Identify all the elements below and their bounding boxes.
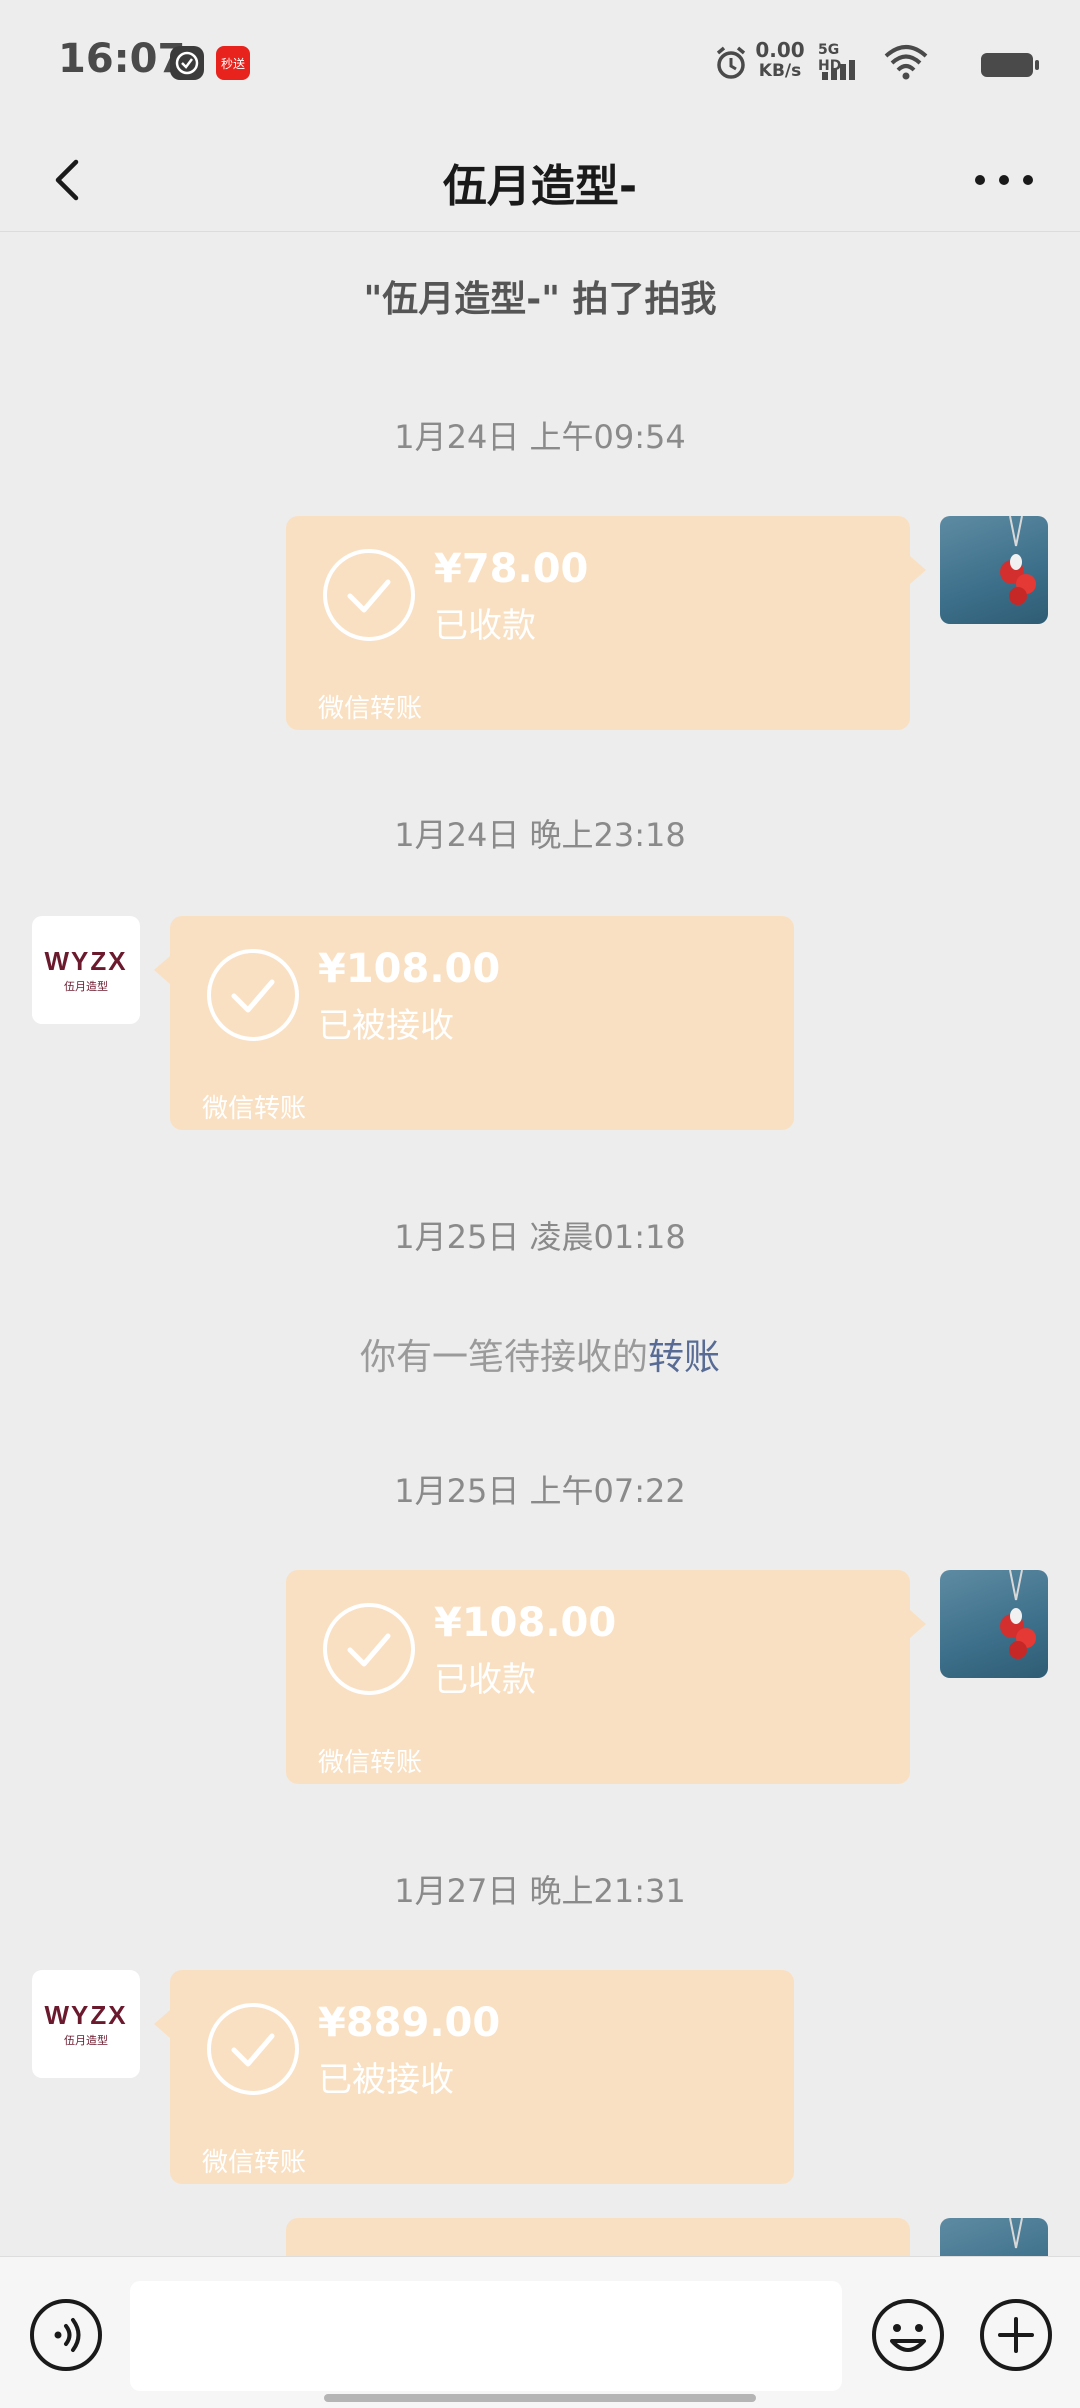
voice-icon bbox=[30, 2299, 102, 2371]
status-time: 16:07 bbox=[58, 36, 186, 82]
smiley-icon bbox=[872, 2299, 944, 2371]
cellular-signal-icon: 5G HD bbox=[818, 42, 864, 84]
check-circle-icon bbox=[323, 1603, 415, 1695]
status-icons: 0.00 KB/s 5G HD bbox=[660, 40, 1040, 88]
chat-title: 伍月造型- bbox=[442, 161, 638, 212]
transfer-amount: ¥108.00 bbox=[434, 1600, 617, 1646]
network-speed-value: 0.00 bbox=[755, 38, 805, 62]
battery-icon bbox=[981, 53, 1039, 77]
ornament-avatar-image bbox=[1000, 1570, 1036, 1659]
network-speed: 0.00 KB/s bbox=[752, 40, 808, 82]
network-speed-unit: KB/s bbox=[758, 61, 802, 81]
check-circle-icon bbox=[207, 2003, 299, 2095]
voice-input-button[interactable] bbox=[28, 2297, 104, 2373]
transfer-bubble[interactable]: ¥108.00 已收款 微信转账 bbox=[286, 1570, 926, 1784]
transfer-status: 已收款 bbox=[434, 606, 536, 646]
alarm-icon bbox=[716, 46, 746, 79]
transfer-footer: 微信转账 bbox=[318, 1748, 423, 1778]
avatar-self[interactable] bbox=[940, 516, 1048, 624]
message-timestamp: 1月27日 晚上21:31 bbox=[394, 1872, 686, 1910]
shop-logo-subtext: 伍月造型 bbox=[64, 980, 108, 993]
transfer-footer: 微信转账 bbox=[202, 1094, 307, 1124]
avatar-contact[interactable]: WYZX 伍月造型 bbox=[32, 916, 140, 1024]
message-input[interactable] bbox=[130, 2281, 842, 2391]
more-functions-button[interactable] bbox=[978, 2297, 1054, 2373]
chat-header: 伍月造型- bbox=[0, 128, 1080, 232]
more-icon bbox=[975, 175, 1033, 185]
transfer-bubble[interactable]: ¥78.00 已收款 微信转账 bbox=[286, 516, 926, 730]
delivery-app-icon: 秒送 bbox=[216, 46, 250, 80]
plus-icon bbox=[980, 2299, 1052, 2371]
home-indicator[interactable] bbox=[324, 2394, 756, 2402]
avatar-self[interactable] bbox=[940, 1570, 1048, 1678]
check-circle-icon bbox=[323, 549, 415, 641]
message-timestamp: 1月24日 上午09:54 bbox=[394, 418, 686, 456]
check-circle-icon bbox=[207, 949, 299, 1041]
wifi-icon bbox=[884, 45, 928, 80]
transfer-amount: ¥889.00 bbox=[318, 2000, 501, 2046]
shop-logo-subtext: 伍月造型 bbox=[64, 2034, 108, 2047]
transfer-footer: 微信转账 bbox=[318, 694, 423, 724]
transfer-bubble[interactable]: ¥108.00 已被接收 微信转账 bbox=[154, 916, 794, 1130]
notification-app-icon bbox=[170, 46, 204, 80]
status-bar: 16:07 秒送 0.00 KB/s 5G HD bbox=[0, 0, 1080, 128]
transfer-status: 已被接收 bbox=[318, 1006, 454, 1046]
shop-logo-text: WYZX bbox=[44, 946, 128, 976]
message-input-bar bbox=[0, 2256, 1080, 2408]
transfer-amount: ¥78.00 bbox=[434, 546, 589, 592]
message-timestamp: 1月25日 上午07:22 bbox=[394, 1472, 686, 1510]
transfer-amount: ¥108.00 bbox=[318, 946, 501, 992]
transfer-bubble[interactable]: ¥889.00 已被接收 微信转账 bbox=[154, 1970, 794, 2184]
transfer-footer: 微信转账 bbox=[202, 2148, 307, 2178]
ornament-avatar-image bbox=[1000, 516, 1036, 605]
transfer-status: 已被接收 bbox=[318, 2060, 454, 2100]
message-timestamp: 1月24日 晚上23:18 bbox=[394, 816, 686, 854]
notice-text: 你有一笔待接收的 bbox=[359, 1337, 648, 1378]
avatar-contact[interactable]: WYZX 伍月造型 bbox=[32, 1970, 140, 2078]
emoji-button[interactable] bbox=[870, 2297, 946, 2373]
transfer-link[interactable]: 转账 bbox=[648, 1337, 720, 1378]
shop-logo-text: WYZX bbox=[44, 2000, 128, 2030]
app-badge-text: 秒送 bbox=[220, 56, 245, 71]
transfer-status: 已收款 bbox=[434, 1660, 536, 1700]
chat-message-list[interactable]: "伍月造型-" 拍了拍我 1月24日 上午09:54 ¥78.00 已收款 微信… bbox=[0, 232, 1080, 2256]
ornament-avatar-image bbox=[1009, 2218, 1023, 2249]
more-options-button[interactable] bbox=[964, 144, 1044, 216]
pat-system-message: "伍月造型-" 拍了拍我 bbox=[363, 279, 717, 320]
avatar-self[interactable] bbox=[940, 2218, 1048, 2256]
message-timestamp: 1月25日 凌晨01:18 bbox=[394, 1218, 686, 1256]
pending-transfer-notice: 你有一笔待接收的转账 bbox=[0, 1328, 1080, 1380]
transfer-bubble[interactable] bbox=[286, 2218, 910, 2256]
